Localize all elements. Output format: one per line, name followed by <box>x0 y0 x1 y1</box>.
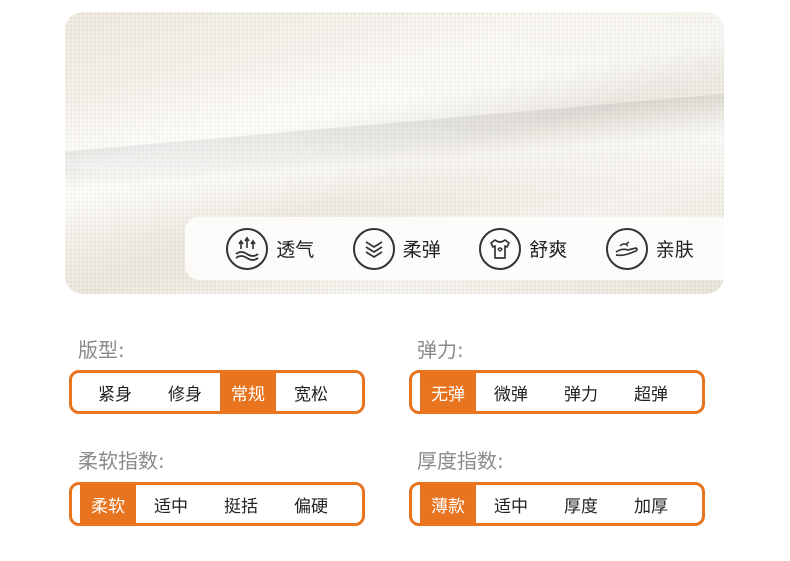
feature-bar: 透气 柔弹 舒爽 亲肤 <box>185 217 724 280</box>
softness-label: 柔软指数: <box>78 449 165 473</box>
softness-option[interactable]: 偏硬 <box>276 484 346 524</box>
feature-breathable: 透气 <box>226 227 315 270</box>
softness-options: 柔软 适中 挺括 偏硬 <box>69 482 365 526</box>
fabric-photo: 透气 柔弹 舒爽 亲肤 <box>65 12 724 294</box>
elasticity-option[interactable]: 超弹 <box>616 372 686 412</box>
softness-option[interactable]: 适中 <box>136 484 206 524</box>
fit-option[interactable]: 修身 <box>150 372 220 412</box>
thickness-options: 薄款 适中 厚度 加厚 <box>409 482 705 526</box>
elasticity-option[interactable]: 无弹 <box>420 372 476 412</box>
feature-label: 透气 <box>276 239 315 261</box>
fit-label: 版型: <box>78 338 125 362</box>
fit-option[interactable]: 常规 <box>220 372 276 412</box>
thickness-label: 厚度指数: <box>417 449 504 473</box>
feature-elastic: 柔弹 <box>352 227 441 270</box>
softness-option[interactable]: 柔软 <box>80 484 136 524</box>
fit-option[interactable]: 紧身 <box>80 372 150 412</box>
breathable-arrows-icon <box>226 227 269 270</box>
elasticity-label: 弹力: <box>417 338 464 362</box>
elasticity-option[interactable]: 微弹 <box>476 372 546 412</box>
softness-option[interactable]: 挺括 <box>206 484 276 524</box>
elastic-waves-icon <box>352 227 395 270</box>
thickness-option[interactable]: 厚度 <box>546 484 616 524</box>
elasticity-options: 无弹 微弹 弹力 超弹 <box>409 370 705 414</box>
feature-label: 亲肤 <box>655 239 694 261</box>
hand-skin-icon <box>605 227 648 270</box>
thickness-option[interactable]: 薄款 <box>420 484 476 524</box>
feature-comfort: 舒爽 <box>479 227 568 270</box>
fit-options: 紧身 修身 常规 宽松 <box>69 370 365 414</box>
fit-option[interactable]: 宽松 <box>276 372 346 412</box>
thickness-option[interactable]: 适中 <box>476 484 546 524</box>
feature-skin: 亲肤 <box>605 227 694 270</box>
feature-label: 舒爽 <box>529 239 568 261</box>
thickness-option[interactable]: 加厚 <box>616 484 686 524</box>
feature-label: 柔弹 <box>402 239 441 261</box>
tshirt-icon <box>479 227 522 270</box>
elasticity-option[interactable]: 弹力 <box>546 372 616 412</box>
